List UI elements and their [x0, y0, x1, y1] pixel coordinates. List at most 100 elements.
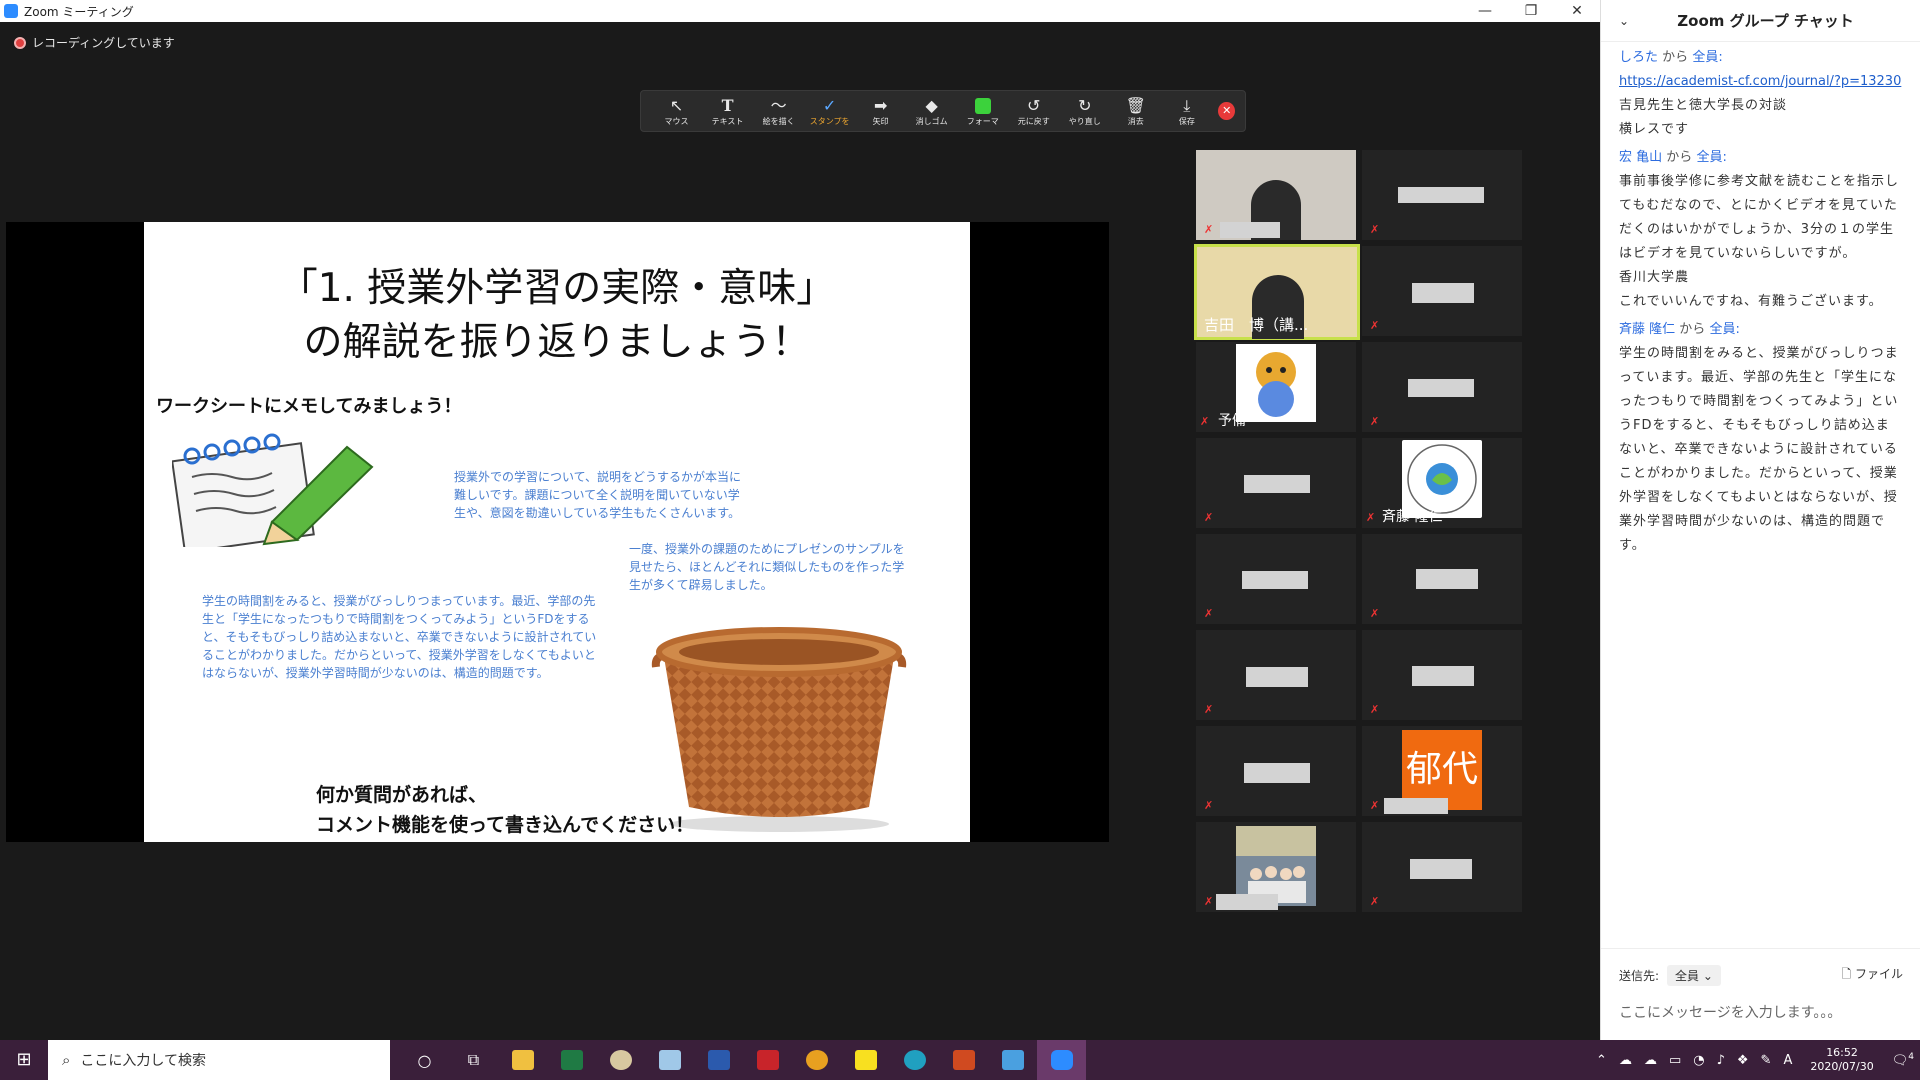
undo-icon: ↺	[1027, 95, 1041, 115]
participant-tile-8[interactable]: ✗ 斉藤 隆仁	[1362, 438, 1522, 528]
message-sender[interactable]: 斉藤 隆仁	[1619, 322, 1675, 337]
name-redacted	[1384, 798, 1448, 814]
chevron-down-icon[interactable]: ⌄	[1619, 14, 1629, 28]
participant-name: 吉田 博（講...	[1204, 316, 1309, 334]
mic-muted-icon: ✗	[1204, 799, 1214, 812]
recipient-select[interactable]: 全員 ⌄	[1667, 965, 1721, 986]
file-explorer-icon[interactable]	[498, 1040, 547, 1080]
message-input[interactable]: ここにメッセージを入力します。。。	[1619, 1002, 1903, 1022]
tool-undo[interactable]: ↺ 元に戻す	[1008, 96, 1059, 127]
chat-message: 斉藤 隆仁 から 全員: 学生の時間割をみると、授業がびっしりつまっています。最…	[1619, 322, 1899, 553]
message-sender[interactable]: しろた	[1619, 50, 1658, 65]
participant-tile-1[interactable]: ✗	[1196, 150, 1356, 240]
participant-tile-2[interactable]: ✗	[1362, 150, 1522, 240]
pen-icon[interactable]: ✎	[1761, 1053, 1772, 1068]
participant-tile-16[interactable]: ✗	[1362, 822, 1522, 912]
tool-eraser[interactable]: ◆ 消しゴム	[906, 96, 957, 127]
display-icon[interactable]: ▭	[1669, 1053, 1681, 1068]
excel-icon[interactable]	[547, 1040, 596, 1080]
network-icon[interactable]: ☁	[1619, 1053, 1632, 1068]
name-redacted	[1246, 667, 1308, 687]
participant-tile-active-speaker[interactable]: 吉田 博（講...	[1194, 244, 1360, 340]
acrobat-icon[interactable]	[743, 1040, 792, 1080]
message-sender[interactable]: 宏 亀山	[1619, 150, 1662, 165]
wifi-icon[interactable]: ◔	[1693, 1053, 1704, 1068]
draw-icon: 〜	[770, 95, 787, 115]
tool-save[interactable]: ⤓ 保存	[1161, 96, 1212, 127]
ime-indicator[interactable]: A	[1783, 1053, 1792, 1068]
name-redacted	[1408, 379, 1474, 397]
meeting-area: レコーディングしています ↖ マウス T テキスト 〜絵を描く ✓ スタンプを ➡ 矢印…	[0, 22, 1600, 1040]
taskbar-clock[interactable]: 16:52 2020/07/30	[1810, 1046, 1873, 1074]
close-annotation-button[interactable]: ✕	[1218, 102, 1236, 120]
name-redacted	[1220, 222, 1280, 238]
minimize-button[interactable]: —	[1462, 3, 1508, 19]
participant-name: 斉藤 隆仁	[1382, 509, 1443, 525]
mic-muted-icon: ✗	[1200, 415, 1210, 428]
onedrive-icon[interactable]: ☁	[1644, 1053, 1657, 1068]
tool-format[interactable]: フォーマ	[957, 96, 1008, 127]
mascot-icon	[1256, 352, 1296, 417]
remote-desktop-icon[interactable]	[988, 1040, 1037, 1080]
participant-tile-15[interactable]: ✗	[1196, 822, 1356, 912]
dropbox-icon[interactable]: ❖	[1737, 1053, 1749, 1068]
mic-muted-icon: ✗	[1370, 703, 1380, 716]
zoom-taskbar-icon[interactable]	[1037, 1040, 1086, 1080]
sticky-notes-icon[interactable]	[841, 1040, 890, 1080]
file-icon: 🗋	[1841, 967, 1855, 981]
close-window-button[interactable]: ✕	[1554, 3, 1600, 19]
participant-tile-7[interactable]: ✗	[1196, 438, 1356, 528]
windows-taskbar: ⊞ ⌕ ここに入力して検索 ○ ⧉ ⌃ ☁ ☁ ▭ ◔ ♪ ❖ ✎ A 16:5…	[0, 1040, 1920, 1080]
restore-button[interactable]: ❐	[1508, 3, 1554, 19]
paint-icon[interactable]	[596, 1040, 645, 1080]
edge-icon[interactable]	[890, 1040, 939, 1080]
participant-tile-9[interactable]: ✗	[1196, 534, 1356, 624]
tool-text[interactable]: T テキスト	[702, 96, 753, 127]
tool-clear[interactable]: 🗑 消去	[1110, 96, 1161, 127]
arrow-icon: ➡	[873, 95, 888, 115]
worksheet-heading: ワークシートにメモしてみましょう！	[156, 396, 462, 417]
zoom-app-icon	[4, 4, 18, 18]
participant-tile-12[interactable]: ✗	[1362, 630, 1522, 720]
window-titlebar: Zoom ミーティング — ❐ ✕	[0, 0, 1600, 22]
volume-icon[interactable]: ♪	[1717, 1053, 1725, 1068]
participant-tile-14[interactable]: 郁代 ✗	[1362, 726, 1522, 816]
tool-mouse[interactable]: ↖ マウス	[651, 96, 702, 127]
powerpoint-icon[interactable]	[939, 1040, 988, 1080]
participant-tile-5[interactable]: ✗ 予備	[1196, 342, 1356, 432]
message-link[interactable]: https://academist-cf.com/journal/?p=1323…	[1619, 74, 1901, 89]
chat-compose: 送信先: 全員 ⌄ 🗋 ファイル ここにメッセージを入力します。。。	[1601, 948, 1920, 1040]
name-redacted	[1244, 763, 1310, 783]
text-icon: T	[721, 95, 734, 115]
mic-muted-icon: ✗	[1204, 607, 1214, 620]
word-icon[interactable]	[694, 1040, 743, 1080]
taskbar-search[interactable]: ⌕ ここに入力して検索	[48, 1040, 390, 1080]
tool-arrow[interactable]: ➡ 矢印	[855, 96, 906, 127]
windows-start-icon[interactable]: ⊞	[0, 1040, 48, 1080]
participant-tile-6[interactable]: ✗	[1362, 342, 1522, 432]
notification-icon[interactable]: 🗨4	[1892, 1052, 1914, 1068]
mic-muted-icon: ✗	[1370, 319, 1380, 332]
name-redacted	[1412, 666, 1474, 686]
task-view-icon[interactable]: ⧉	[449, 1040, 498, 1080]
name-redacted	[1398, 187, 1484, 203]
mic-muted-icon: ✗	[1370, 223, 1380, 236]
chat-messages[interactable]: しろた から 全員: https://academist-cf.com/jour…	[1601, 42, 1920, 566]
participant-tile-4[interactable]: ✗	[1362, 246, 1522, 336]
notepad-app-icon[interactable]	[645, 1040, 694, 1080]
color-swatch-icon	[974, 97, 991, 114]
participant-tile-11[interactable]: ✗	[1196, 630, 1356, 720]
chrome-icon[interactable]	[792, 1040, 841, 1080]
presentation-slide: 「1. 授業外学習の実際・意味」 の解説を振り返りましょう！ ワークシートにメモ…	[144, 222, 970, 842]
mic-muted-icon: ✗	[1204, 511, 1214, 524]
tool-redo[interactable]: ↻ やり直し	[1059, 96, 1110, 127]
tool-draw[interactable]: 〜絵を描く	[753, 96, 804, 127]
file-button[interactable]: 🗋 ファイル	[1842, 965, 1903, 986]
mic-muted-icon: ✗	[1204, 895, 1214, 908]
mic-muted-icon: ✗	[1370, 895, 1380, 908]
cortana-icon[interactable]: ○	[400, 1040, 449, 1080]
participant-tile-10[interactable]: ✗	[1362, 534, 1522, 624]
tool-stamp[interactable]: ✓ スタンプを	[804, 96, 855, 127]
chevron-up-icon[interactable]: ⌃	[1596, 1053, 1607, 1068]
participant-tile-13[interactable]: ✗	[1196, 726, 1356, 816]
